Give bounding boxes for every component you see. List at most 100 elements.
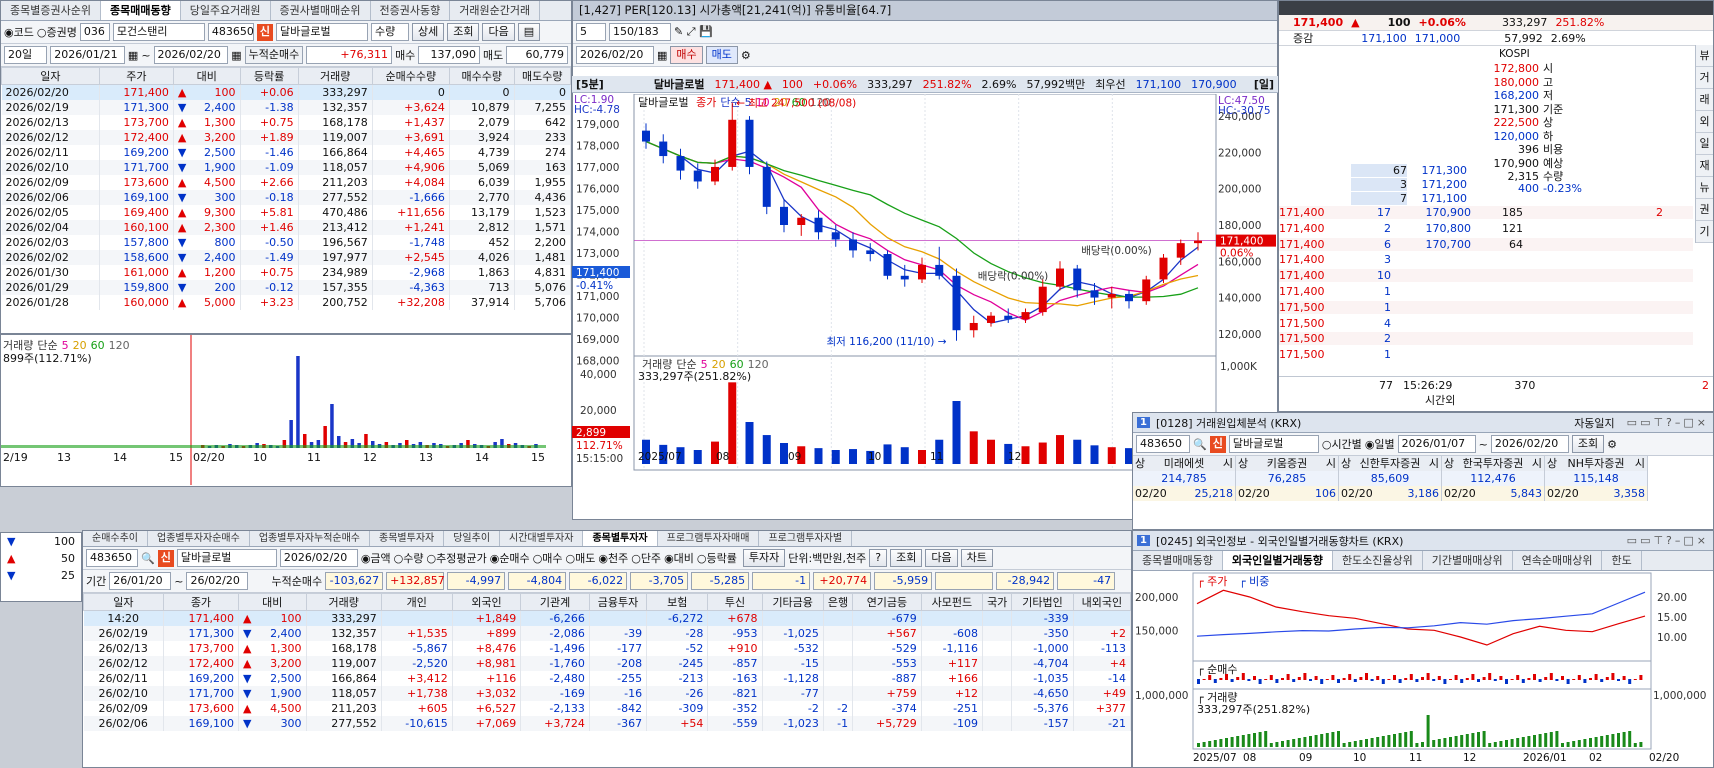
bid-row[interactable]: 171,400 10	[1279, 269, 1693, 283]
window-controls[interactable]: ▭▭⊤?–□×	[1627, 416, 1709, 429]
mini-row[interactable]: ▼ 100	[1, 533, 81, 550]
table-row[interactable]: 2026/02/05 169,400 ▲ 9,300 +5.81 470,486 +11,6…	[1, 204, 571, 220]
bid-row[interactable]: 171,500 1	[1279, 300, 1693, 314]
left-tab-2[interactable]: 당일주요거래원	[181, 1, 271, 20]
broker-3d-code[interactable]: 483650	[1136, 435, 1190, 453]
investor-col-11[interactable]: 은행	[822, 593, 854, 611]
option-radio[interactable]: ◉천주	[598, 552, 628, 565]
option-radio[interactable]: ◉순매수	[490, 552, 530, 565]
ask-row[interactable]: 67 171,300	[1351, 164, 1467, 177]
investor-col-9[interactable]: 투신	[707, 593, 763, 611]
stock-name-field[interactable]: 달바글로벌	[275, 23, 368, 41]
table-row[interactable]: 2026/01/28 160,000 ▲ 5,000 +3.23 200,752 +32,2…	[1, 294, 571, 310]
table-row[interactable]: 2026/02/13 173,700 ▲ 1,300 +0.75 168,178 +1,43…	[1, 114, 571, 130]
ask-row[interactable]: 7 171,100	[1351, 192, 1467, 205]
table-row[interactable]: 2026/01/29 159,800 ▼ 200 -0.12 157,355 -4,363 7…	[1, 279, 571, 295]
table-row[interactable]: 14:20 171,400 ▲ 100 333,297 +1,849 -6,266 -6,27…	[83, 610, 1131, 626]
left-col-0[interactable]: 일자	[1, 67, 100, 85]
sell-button[interactable]: 매도	[705, 46, 738, 64]
to-date-field[interactable]: 2026/02/20	[153, 46, 229, 64]
broker-3d-query[interactable]: 조회	[1571, 435, 1605, 453]
investor-col-12[interactable]: 연기금등	[852, 593, 922, 611]
table-row[interactable]: 2026/01/30 161,000 ▲ 1,200 +0.75 234,989 -2,96…	[1, 264, 571, 280]
bottom-tab-3[interactable]: 종목별투자자	[370, 531, 445, 546]
foreign-tab-1[interactable]: 외국인일별거래동향	[1222, 551, 1333, 570]
table-row[interactable]: 2026/02/02 158,600 ▼ 2,400 -1.49 197,977 +2,54…	[1, 249, 571, 265]
table-row[interactable]: 26/02/06 169,100 ▼ 300 277,552 -10,615 +7,069 +…	[83, 715, 1131, 731]
side-tab[interactable]: 일	[1696, 133, 1713, 155]
option-radio[interactable]: ○매도	[566, 552, 596, 565]
auto-icon[interactable]: 자동일지	[1574, 415, 1614, 431]
option-radio[interactable]: ○매수	[533, 552, 563, 565]
bottom-next[interactable]: 다음	[925, 549, 958, 567]
investor-col-4[interactable]: 개인	[380, 593, 453, 611]
tool-icons[interactable]: ✎ ⤢ 💾	[674, 25, 713, 39]
left-tab-3[interactable]: 증권사별매매순위	[271, 1, 371, 20]
option-radio[interactable]: ○추정평균가	[427, 552, 487, 565]
table-row[interactable]: 26/02/12 172,400 ▲ 3,200 119,007 -2,520 +8,981…	[83, 655, 1131, 671]
foreign-tab-3[interactable]: 기간별매매상위	[1423, 551, 1513, 570]
period-select[interactable]: 20일	[4, 46, 48, 64]
bottom-tab-5[interactable]: 시간대별투자자	[500, 531, 584, 546]
investor-col-8[interactable]: 보험	[646, 593, 709, 611]
foreign-tab-5[interactable]: 한도	[1602, 551, 1642, 570]
query-button[interactable]: 조회	[447, 23, 480, 41]
bottom-tab-1[interactable]: 업종별투자자순매수	[148, 531, 250, 546]
bottom-query[interactable]: 조회	[890, 549, 923, 567]
bottom-from[interactable]: 26/01/20	[109, 572, 172, 590]
bid-row[interactable]: 171,500 4	[1279, 316, 1693, 330]
broker-3d-name[interactable]: 달바글로벌	[1228, 435, 1319, 453]
broker-column[interactable]: 상 NH투자증권 시 115,148 02/20 3,358	[1545, 456, 1648, 501]
broker-column[interactable]: 상 미래에셋 시 214,785 02/20 25,218	[1133, 456, 1236, 501]
mini-row[interactable]: ▼ 25	[1, 567, 81, 584]
bottom-tab-6[interactable]: 종목별투자자	[583, 531, 658, 546]
bid-row[interactable]: 171,500 1	[1279, 348, 1693, 362]
next-button[interactable]: 다음	[482, 23, 515, 41]
bid-row[interactable]: 171,400 3	[1279, 253, 1693, 267]
left-col-3[interactable]: 등락률	[239, 67, 299, 85]
option-radio[interactable]: ○등락률	[697, 552, 737, 565]
bottom-to[interactable]: 26/02/20	[186, 572, 249, 590]
calendar-icon-3[interactable]: ▦	[657, 49, 667, 62]
side-tab[interactable]: 재	[1696, 155, 1713, 177]
investor-col-2[interactable]: 대비	[238, 593, 307, 611]
table-row[interactable]: 26/02/10 171,700 ▼ 1,900 118,057 +1,738 +3,032…	[83, 685, 1131, 701]
count-field[interactable]: 150/183	[609, 23, 671, 41]
bottom-code[interactable]: 483650	[86, 549, 138, 567]
bid-row[interactable]: 171,500 2	[1279, 332, 1693, 346]
foreign-tab-2[interactable]: 한도소진율상위	[1333, 551, 1423, 570]
bottom-tab-0[interactable]: 순매수추이	[83, 531, 148, 546]
broker-column[interactable]: 상 신한투자증권 시 85,609 02/20 3,186	[1339, 456, 1442, 501]
calendar-icon[interactable]: ▦	[128, 49, 138, 62]
foreign-tab-4[interactable]: 연속순매매상위	[1513, 551, 1603, 570]
radio-code[interactable]: ◉코드	[4, 24, 34, 40]
ask-row[interactable]: 3 171,200	[1351, 178, 1467, 191]
table-row[interactable]: 2026/02/03 157,800 ▼ 800 -0.50 196,567 -1,748 4…	[1, 234, 571, 250]
investor-col-16[interactable]: 내외국인	[1072, 593, 1131, 611]
bottom-tab-8[interactable]: 프로그램투자자별	[759, 531, 853, 546]
side-tab[interactable]: 뷰	[1696, 45, 1713, 67]
table-row[interactable]: 26/02/19 171,300 ▼ 2,400 132,357 +1,535 +899 -2…	[83, 625, 1131, 641]
option-radio[interactable]: ○수량	[394, 552, 424, 565]
radio-day[interactable]: ◉일별	[1365, 436, 1395, 452]
investor-col-13[interactable]: 사모펀드	[920, 593, 984, 611]
table-row[interactable]: 26/02/11 169,200 ▼ 2,500 166,864 +3,412 +116 -2…	[83, 670, 1131, 686]
table-row[interactable]: 2026/02/20 171,400 ▲ 100 +0.06 333,297 0 0 0	[1, 84, 571, 100]
table-row[interactable]: 2026/02/10 171,700 ▼ 1,900 -1.09 118,057 +4,90…	[1, 159, 571, 175]
bottom-tab-2[interactable]: 업종별투자자누적순매수	[250, 531, 371, 546]
help-button[interactable]: ?	[869, 549, 888, 567]
bottom-name[interactable]: 달바글로벌	[176, 549, 277, 567]
bid-row[interactable]: 171,400 6 170,700 64	[1279, 237, 1693, 251]
investor-col-15[interactable]: 기타법인	[1011, 593, 1074, 611]
chart-icon[interactable]: ▤	[517, 23, 541, 41]
search-icon-2[interactable]: 🔍	[1193, 438, 1207, 451]
investor-col-14[interactable]: 국가	[982, 593, 1013, 611]
left-col-6[interactable]: 매수수량	[448, 67, 515, 85]
investor-button[interactable]: 투자자	[742, 549, 786, 567]
investor-col-7[interactable]: 금융투자	[588, 593, 648, 611]
detail-button[interactable]: 상세	[411, 23, 445, 41]
investor-col-5[interactable]: 외국인	[451, 593, 522, 611]
option-radio[interactable]: ◉금액	[361, 552, 391, 565]
table-row[interactable]: 2026/02/19 171,300 ▼ 2,400 -1.38 132,357 +3,62…	[1, 99, 571, 115]
left-col-5[interactable]: 순매수수량	[371, 67, 450, 85]
